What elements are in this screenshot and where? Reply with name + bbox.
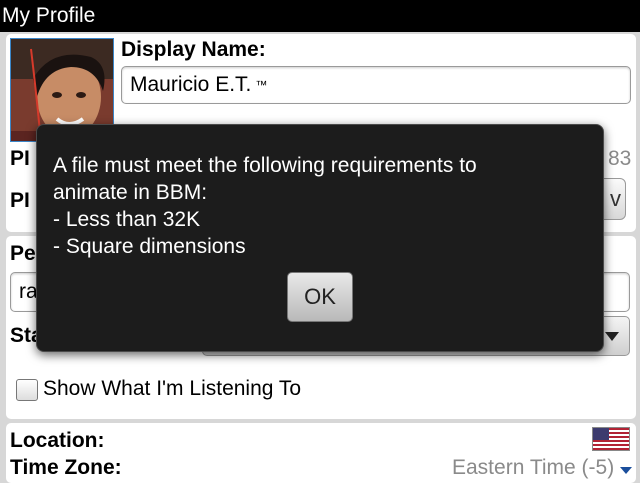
show-listening-checkbox[interactable] <box>16 379 38 401</box>
location-label: Location: <box>10 429 105 452</box>
personal-message-value: ra <box>19 280 38 303</box>
pin-barcode-label: PI <box>10 189 30 212</box>
location-panel: Location: Time Zone: Eastern Time (-5) <box>6 423 636 483</box>
window-title: My Profile <box>0 0 640 32</box>
animation-requirements-dialog: A file must meet the following requireme… <box>36 124 604 352</box>
flag-image-icon <box>593 428 629 450</box>
dialog-message-line: - Square dimensions <box>53 235 246 258</box>
show-listening-label: Show What I'm Listening To <box>43 377 302 400</box>
personal-message-label: Pe <box>10 242 36 265</box>
scroll-down-arrow-icon <box>620 467 632 474</box>
pin-label: PI <box>10 147 30 170</box>
display-name-value: Mauricio E.T. <box>130 73 252 96</box>
dialog-message-line: animate in BBM: <box>53 181 208 204</box>
display-name-label: Display Name: <box>121 38 266 61</box>
pin-value: 83 <box>608 147 632 170</box>
timezone-value[interactable]: Eastern Time (-5) <box>452 456 614 480</box>
dialog-message-line: - Less than 32K <box>53 208 201 231</box>
chevron-down-icon <box>605 332 619 341</box>
ok-button[interactable]: OK <box>287 272 353 322</box>
display-name-input[interactable]: Mauricio E.T. ™ <box>121 66 631 104</box>
us-flag-icon[interactable] <box>592 427 630 451</box>
dialog-message-line: A file must meet the following requireme… <box>53 154 477 177</box>
dialog-message: A file must meet the following requireme… <box>53 152 477 260</box>
trademark-symbol: ™ <box>255 78 268 92</box>
timezone-label: Time Zone: <box>10 456 122 479</box>
